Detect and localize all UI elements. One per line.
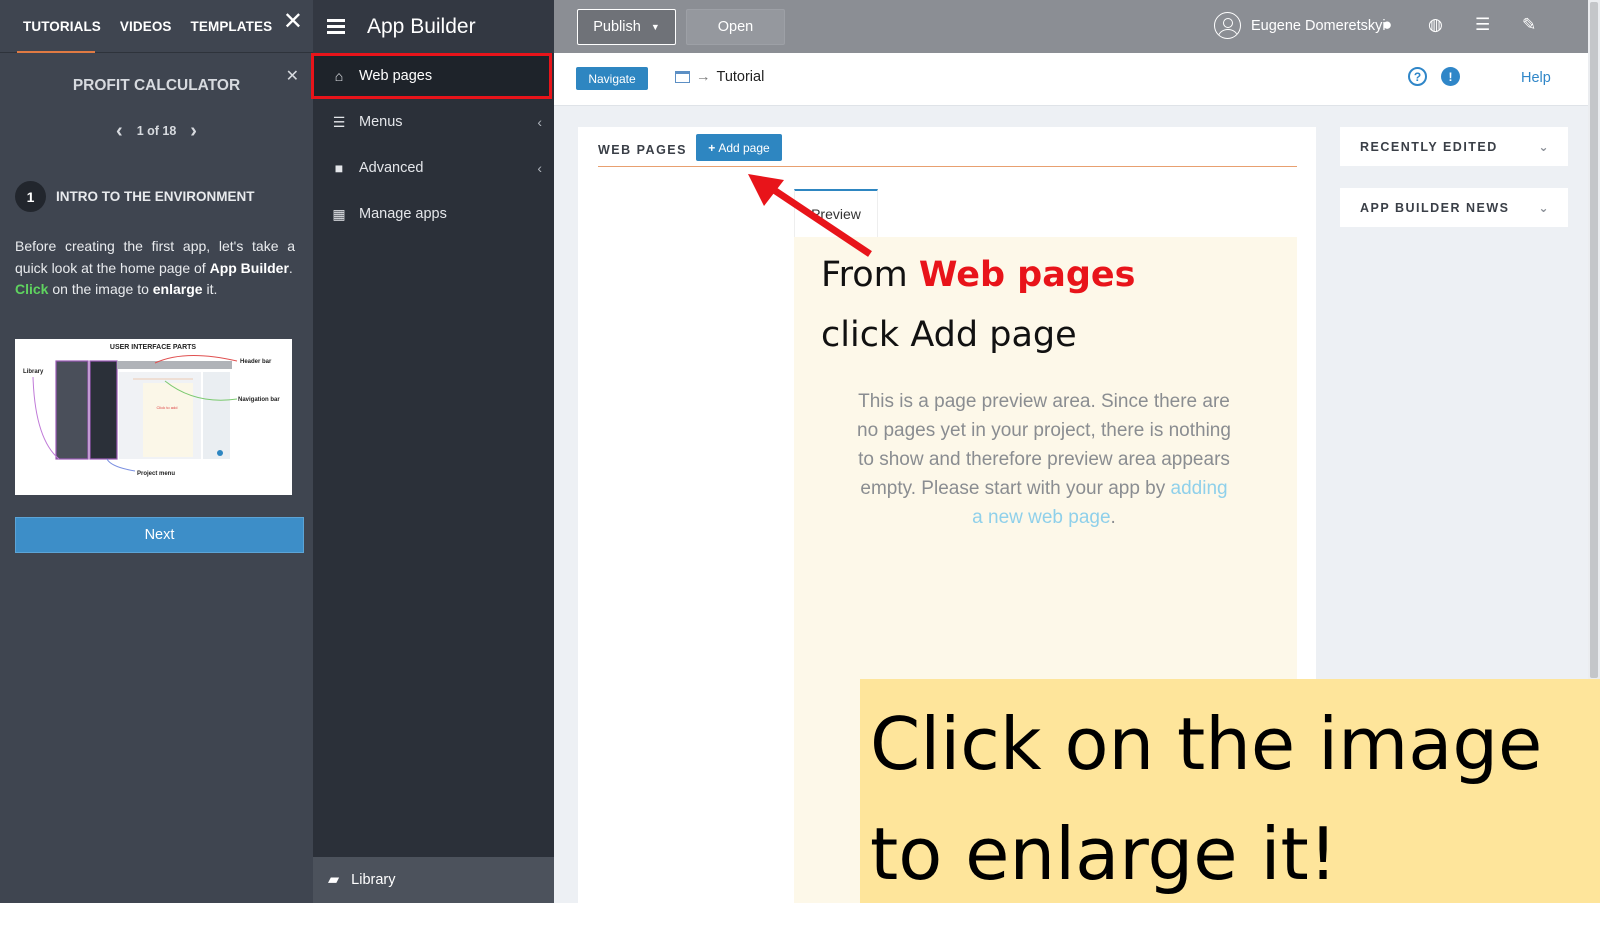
preview-message: This is a page preview area. Since there… — [854, 387, 1234, 532]
thumb-label-project: Project menu — [137, 471, 175, 477]
add-page-label: Add page — [718, 140, 770, 155]
sidebar-item-manage-apps[interactable]: ▦ Manage apps — [313, 191, 554, 237]
step-header: 1 INTRO TO THE ENVIRONMENT — [15, 181, 313, 212]
help-link[interactable]: Help — [1521, 70, 1551, 86]
tab-templates[interactable]: TEMPLATES — [191, 19, 273, 34]
text-on: on the image to — [48, 281, 153, 297]
ui-parts-thumbnail[interactable]: USER INTERFACE PARTS Click to add Librar… — [15, 339, 292, 495]
alert-icon[interactable]: ! — [1441, 67, 1460, 86]
text-it: it. — [202, 281, 218, 297]
card-title: WEB PAGES — [598, 143, 687, 157]
text-click: Click — [15, 281, 49, 297]
app-title: App Builder — [367, 14, 476, 38]
next-button[interactable]: Next — [15, 517, 304, 553]
annotation-click: click Add page — [821, 315, 1077, 355]
page-icon — [675, 71, 690, 83]
thumb-label-click: Click to add — [157, 405, 178, 410]
sidebar-item-label: Web pages — [359, 68, 433, 84]
add-page-button[interactable]: + Add page — [696, 134, 782, 161]
app-builder-news-panel[interactable]: APP BUILDER NEWS ⌄ — [1340, 188, 1568, 227]
thumb-label-navigation: Navigation bar — [238, 397, 280, 403]
library-label: Library — [351, 872, 396, 888]
list-icon[interactable]: ☰ — [1475, 15, 1490, 35]
step-number: 1 — [15, 181, 46, 212]
card-header: WEB PAGES + Add page — [598, 133, 1297, 167]
chevron-left-icon[interactable]: ‹ — [116, 121, 123, 141]
arrow-right-icon: → — [696, 69, 711, 85]
recently-edited-panel[interactable]: RECENTLY EDITED ⌄ — [1340, 127, 1568, 166]
sidebar-item-label: Manage apps — [359, 206, 447, 222]
navigation-sidebar: App Builder ⌂ Web pages ☰ Menus ‹ ■ Adva… — [311, 0, 554, 903]
wrench-icon[interactable]: ✎ — [1522, 15, 1536, 35]
home-icon: ⌂ — [334, 68, 344, 84]
open-button[interactable]: Open — [686, 8, 785, 45]
scrollbar-thumb[interactable] — [1590, 2, 1598, 678]
tutorial-pager: ‹ 1 of 18 › — [0, 121, 313, 141]
sidebar-item-web-pages[interactable]: ⌂ Web pages — [311, 53, 552, 99]
chevron-down-icon: ⌄ — [1538, 200, 1550, 215]
breadcrumb-item[interactable]: Tutorial — [717, 69, 765, 85]
tutorial-title: PROFIT CALCULATOR — [72, 77, 241, 94]
tutorial-text: Before creating the first app, let's tak… — [15, 236, 295, 301]
menu-icon: ☰ — [332, 113, 346, 130]
hamburger-icon[interactable] — [327, 16, 345, 37]
breadcrumb: → Tutorial — [675, 69, 764, 85]
recently-edited-label: RECENTLY EDITED — [1360, 139, 1498, 154]
plus-icon: + — [708, 140, 716, 155]
enlarge-note-line2: to enlarge it! — [870, 812, 1338, 896]
text-enlarge: enlarge — [152, 281, 203, 297]
grid-icon: ▦ — [332, 205, 346, 222]
tutorial-panel: TUTORIALS VIDEOS TEMPLATES ✕ PROFIT CALC… — [0, 0, 313, 903]
chevron-left-icon: ‹ — [537, 114, 542, 130]
chevron-right-icon[interactable]: › — [190, 121, 197, 141]
nav-header: App Builder — [313, 0, 554, 53]
publish-button[interactable]: Publish ▼ — [577, 8, 676, 45]
enlarge-note-line1: Click on the image — [870, 702, 1543, 786]
sidebar-item-label: Menus — [359, 114, 403, 130]
book-icon: ▰ — [328, 872, 340, 888]
app-builder-news-label: APP BUILDER NEWS — [1360, 200, 1510, 215]
step-title: INTRO TO THE ENVIRONMENT — [56, 189, 255, 204]
publish-label: Publish — [593, 18, 641, 35]
globe-icon[interactable]: ◍ — [1428, 15, 1443, 35]
enlarge-note: Click on the image to enlarge it! — [860, 679, 1600, 903]
text-app: App Builder — [209, 259, 289, 276]
annotation-addpage: Add page — [910, 315, 1077, 355]
tutorial-tabs: TUTORIALS VIDEOS TEMPLATES ✕ — [0, 0, 313, 53]
thumb-label-library: Library — [23, 369, 44, 375]
chevron-down-icon: ⌄ — [1538, 139, 1550, 154]
close-tutorial-icon[interactable]: ✕ — [286, 66, 299, 86]
user-menu[interactable]: Eugene Domeretskyi — [1214, 12, 1386, 39]
close-icon[interactable]: ✕ — [283, 10, 303, 34]
thumb-title: USER INTERFACE PARTS — [110, 344, 197, 351]
red-arrow-annotation — [748, 174, 872, 257]
navigate-button[interactable]: Navigate — [576, 67, 648, 90]
navigation-bar: Navigate → Tutorial ? ! Help — [554, 53, 1588, 106]
tab-tutorials[interactable]: TUTORIALS — [23, 19, 101, 34]
user-name: Eugene Domeretskyi — [1251, 17, 1386, 34]
text-period: . — [288, 259, 293, 276]
sidebar-item-menus[interactable]: ☰ Menus ‹ — [313, 99, 554, 145]
tab-active-underline — [17, 51, 95, 53]
sidebar-item-label: Advanced — [359, 160, 424, 176]
bottom-margin — [0, 903, 1600, 948]
sidebar-item-advanced[interactable]: ■ Advanced ‹ — [313, 145, 554, 191]
header-bar: Publish ▼ Open Eugene Domeretskyi ● ◍ ☰ … — [554, 0, 1588, 53]
avatar — [1214, 12, 1241, 39]
preview-message-end: . — [1110, 507, 1116, 528]
library-button[interactable]: ▰ Library — [313, 857, 554, 903]
question-icon[interactable]: ? — [1408, 67, 1427, 86]
thumb-label-header: Header bar — [240, 359, 272, 365]
info-icon[interactable]: ● — [1382, 15, 1392, 35]
caret-down-icon: ▼ — [650, 21, 660, 32]
chevron-left-icon: ‹ — [537, 160, 542, 176]
pager-text: 1 of 18 — [136, 124, 177, 138]
tab-videos[interactable]: VIDEOS — [120, 19, 172, 34]
annotation-click-text: click — [821, 315, 911, 355]
annotation-webpages: Web pages — [918, 255, 1136, 295]
lock-icon: ■ — [334, 160, 344, 176]
